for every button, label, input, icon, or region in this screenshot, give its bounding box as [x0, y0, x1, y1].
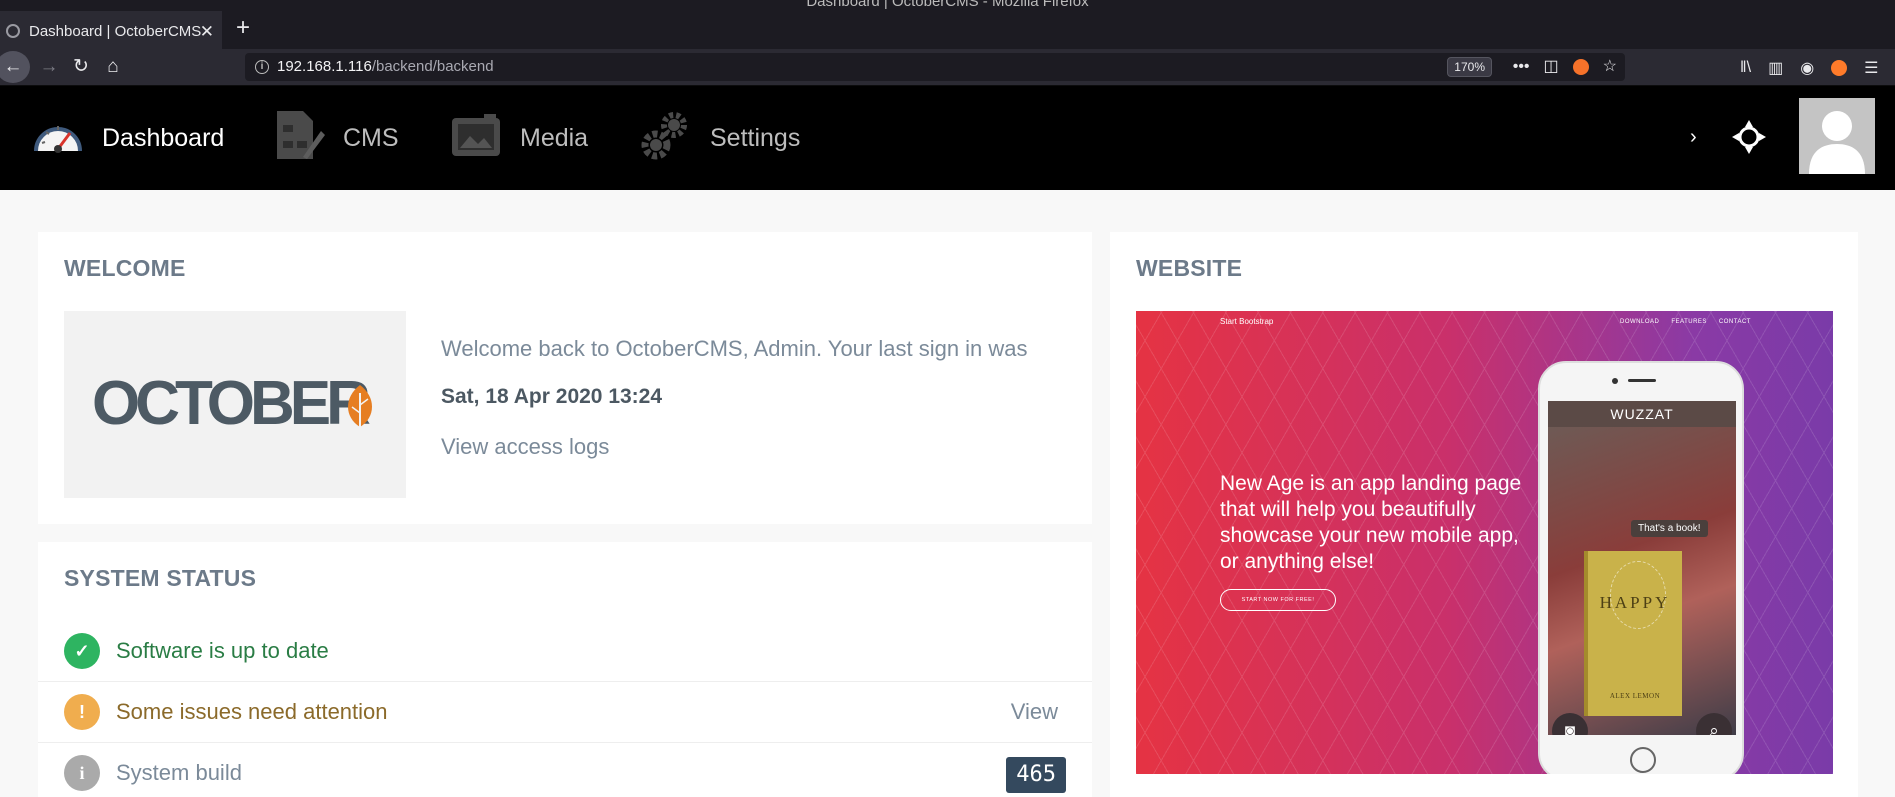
view-issues-link[interactable]: View: [1011, 699, 1058, 725]
search-icon: ⌕: [1696, 713, 1732, 735]
extension-icon[interactable]: [1572, 59, 1589, 75]
book-cover: HAPPY ALEX LEMON: [1584, 551, 1682, 716]
speech-bubble: That's a book!: [1631, 520, 1708, 537]
settings-gears-icon: [640, 109, 692, 168]
pocket-icon[interactable]: ◫: [1544, 53, 1559, 81]
info-circle-icon: i: [64, 755, 100, 791]
preview-nav-item: CONTACT: [1718, 319, 1751, 325]
zoom-level-badge[interactable]: 170%: [1447, 57, 1492, 77]
status-label: Some issues need attention: [116, 699, 388, 724]
media-camera-icon: [450, 112, 502, 165]
exclamation-circle-icon: !: [64, 694, 100, 730]
leaf-icon: [348, 385, 372, 427]
window-title: Dashboard | OctoberCMS - Mozilla Firefox: [806, 0, 1089, 10]
check-circle-icon: ✓: [64, 632, 100, 669]
browser-navbar: ← → ↻ ⌂ i 192.168.1.116/backend/backend …: [0, 49, 1895, 86]
system-status-title: SYSTEM STATUS: [64, 565, 257, 591]
menu-item-media[interactable]: Media: [450, 86, 588, 190]
phone-camera: [1612, 378, 1618, 384]
bookmark-star-icon[interactable]: ☆: [1603, 53, 1617, 81]
preview-nav: DOWNLOAD FEATURES CONTACT: [1620, 319, 1751, 325]
welcome-message: Welcome back to OctoberCMS, Admin. Your …: [441, 336, 1028, 361]
menu-item-dashboard[interactable]: Dashboard: [32, 86, 224, 190]
page-actions-icon[interactable]: •••: [1513, 53, 1530, 81]
forward-button[interactable]: →: [32, 51, 66, 83]
site-info-icon[interactable]: i: [255, 60, 269, 74]
status-row-build: i System build 465: [38, 742, 1092, 797]
phone-screen: WUZZAT That's a book! HAPPY ALEX LEMON ◙…: [1548, 401, 1736, 735]
chevron-right-icon[interactable]: ›: [1690, 126, 1697, 149]
firefox-extension-icon[interactable]: [1831, 59, 1848, 76]
account-icon[interactable]: ◉: [1800, 58, 1814, 78]
october-logo-text: OCTOBER: [92, 369, 371, 438]
website-title: WEBSITE: [1136, 255, 1243, 281]
back-button[interactable]: ←: [0, 51, 30, 83]
status-label: System build: [116, 760, 242, 785]
book-author: ALEX LEMON: [1609, 692, 1661, 700]
view-access-logs-link[interactable]: View access logs: [441, 434, 609, 460]
status-row-up-to-date: ✓ Software is up to date: [38, 620, 1092, 681]
url-path: /backend/backend: [371, 58, 494, 75]
cms-main-menu: Dashboard CMS Media Settings ›: [0, 86, 1895, 190]
library-icon[interactable]: ‖\: [1740, 59, 1751, 77]
tab-favicon-icon: [6, 24, 20, 38]
preview-nav-item: DOWNLOAD: [1620, 319, 1660, 325]
menu-label-settings: Settings: [710, 123, 801, 152]
user-silhouette-icon: [1809, 111, 1865, 174]
preview-cta-button: START NOW FOR FREE!: [1220, 589, 1336, 611]
phone-speaker: [1628, 379, 1656, 382]
menu-icon[interactable]: ☰: [1864, 58, 1878, 78]
phone-mockup: WUZZAT That's a book! HAPPY ALEX LEMON ◙…: [1538, 361, 1744, 774]
cms-document-icon: [273, 109, 325, 168]
browser-tab[interactable]: Dashboard | OctoberCMS ✕: [0, 11, 222, 49]
tab-close-icon[interactable]: ✕: [200, 22, 214, 42]
new-tab-button[interactable]: +: [225, 12, 261, 44]
status-label: Software is up to date: [116, 637, 329, 663]
welcome-widget: WELCOME OCTOBER Welcome back to OctoberC…: [38, 232, 1092, 524]
app-photo: That's a book! HAPPY ALEX LEMON ◙ ⌕: [1548, 427, 1736, 735]
url-bar[interactable]: i 192.168.1.116/backend/backend 170% •••…: [245, 53, 1625, 81]
menu-item-settings[interactable]: Settings: [640, 86, 800, 190]
website-preview-image[interactable]: Start Bootstrap DOWNLOAD FEATURES CONTAC…: [1136, 311, 1833, 774]
user-avatar[interactable]: [1799, 98, 1875, 174]
browser-titlebar: Dashboard | OctoberCMS - Mozilla Firefox…: [0, 0, 1895, 49]
menu-item-cms[interactable]: CMS: [273, 86, 399, 190]
app-name: WUZZAT: [1548, 401, 1736, 427]
menu-label-media: Media: [520, 123, 589, 152]
system-status-widget: SYSTEM STATUS ✓ Software is up to date !…: [38, 542, 1092, 797]
preview-brand: Start Bootstrap: [1220, 317, 1274, 326]
phone-home-button: [1630, 747, 1656, 773]
dashboard-speedometer-icon: [32, 113, 84, 164]
menu-label-dashboard: Dashboard: [102, 123, 225, 152]
build-number-badge: 465: [1006, 757, 1066, 793]
reload-button[interactable]: ↻: [64, 51, 98, 83]
website-widget: WEBSITE Start Bootstrap DOWNLOAD FEATURE…: [1110, 232, 1858, 797]
preview-headline: New Age is an app landing page that will…: [1220, 472, 1522, 573]
welcome-title: WELCOME: [64, 255, 186, 281]
tab-title: Dashboard | OctoberCMS: [29, 22, 202, 40]
last-sign-in-date: Sat, 18 Apr 2020 13:24: [441, 385, 663, 408]
october-logo: OCTOBER: [64, 311, 406, 498]
camera-icon: ◙: [1552, 713, 1588, 735]
crosshair-icon[interactable]: [1731, 119, 1767, 160]
status-row-issues: ! Some issues need attention View: [38, 681, 1092, 742]
book-title: HAPPY: [1599, 593, 1671, 612]
url-host: 192.168.1.116: [277, 58, 372, 75]
menu-label-cms: CMS: [343, 123, 399, 152]
sidebar-icon[interactable]: ▥: [1768, 58, 1783, 78]
preview-nav-item: FEATURES: [1671, 319, 1707, 325]
home-button[interactable]: ⌂: [96, 51, 130, 83]
